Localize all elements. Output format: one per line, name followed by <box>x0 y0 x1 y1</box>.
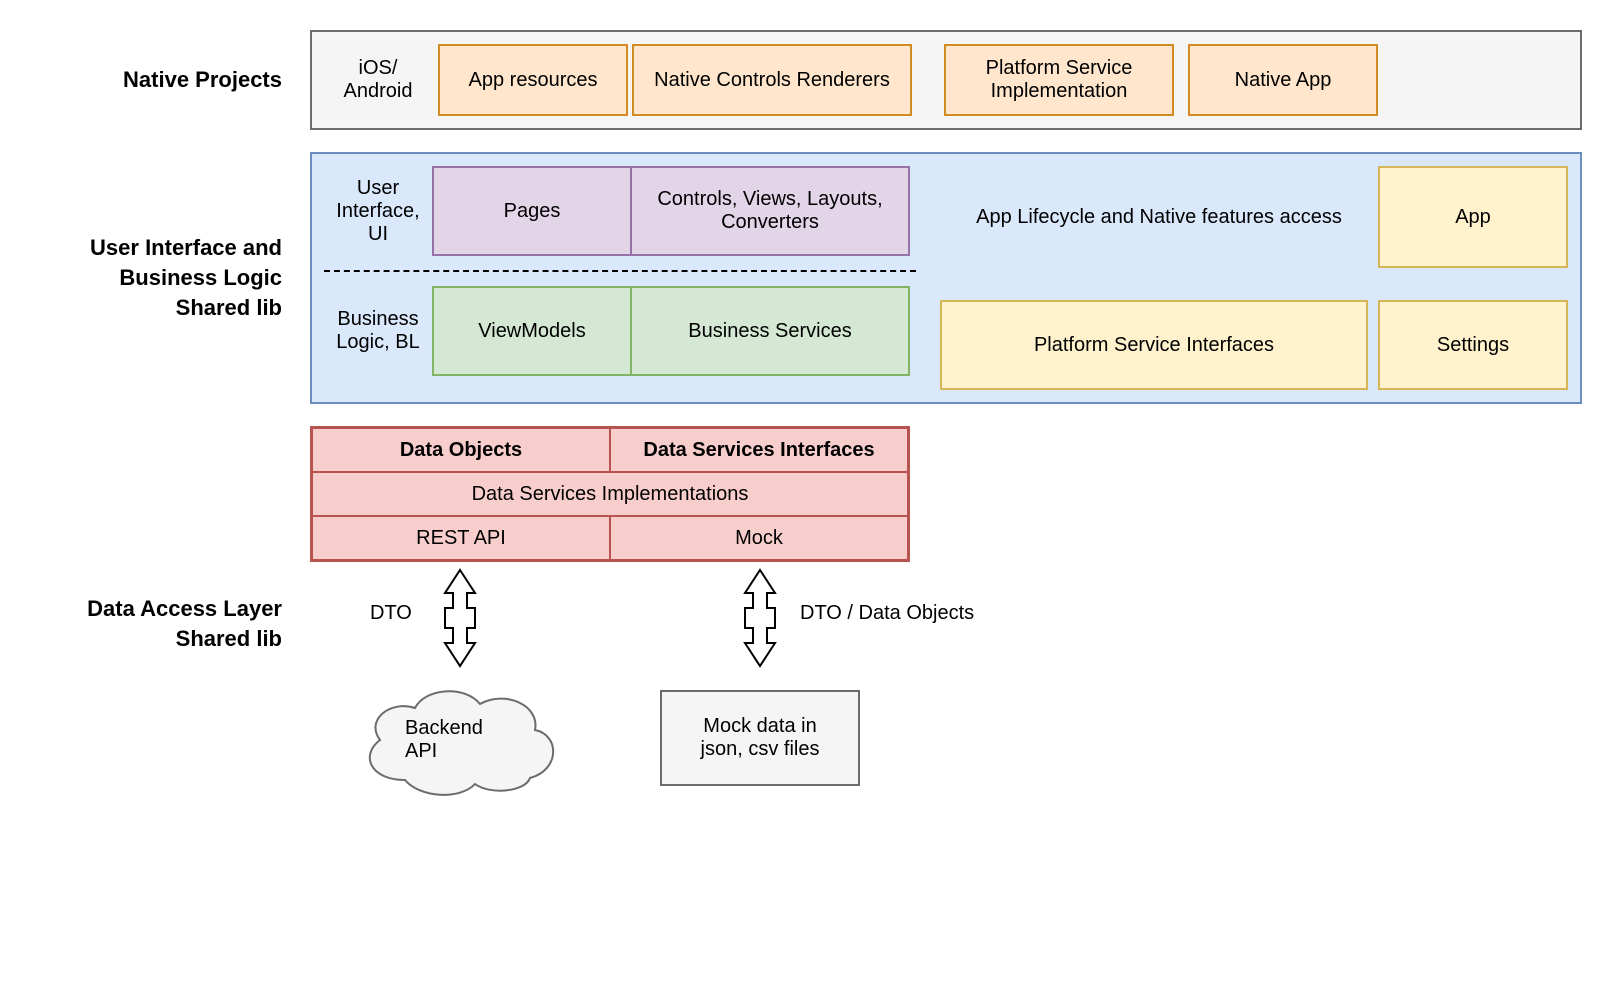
dal-label: Data Access Layer Shared lib <box>40 426 310 822</box>
platform-service-implementation-box: Platform Service Implementation <box>944 44 1174 116</box>
shared-lib-label: User Interface and Business Logic Shared… <box>40 152 310 404</box>
viewmodels-box: ViewModels <box>432 286 632 376</box>
mock-cell: Mock <box>610 516 908 560</box>
platform-service-interfaces-box: Platform Service Interfaces <box>940 300 1368 390</box>
app-resources-box: App resources <box>438 44 628 116</box>
mock-data-box: Mock data in json, csv files <box>660 690 860 786</box>
app-lifecycle-label: App Lifecycle and Native features access <box>940 166 1378 268</box>
business-services-box: Business Services <box>630 286 910 376</box>
shared-left-panel: User Interface, UI Pages Controls, Views… <box>310 152 930 404</box>
native-projects-container: iOS/ Android App resources Native Contro… <box>310 30 1582 130</box>
native-app-box: Native App <box>1188 44 1378 116</box>
dto-right-label: DTO / Data Objects <box>800 602 1020 625</box>
data-services-implementations-cell: Data Services Implementations <box>312 472 908 516</box>
ui-section-label: User Interface, UI <box>324 166 432 256</box>
double-arrow-left-icon <box>435 568 485 668</box>
native-controls-renderers-box: Native Controls Renderers <box>632 44 912 116</box>
backend-api-text: Backend API <box>405 717 515 763</box>
shared-lib-container: User Interface, UI Pages Controls, Views… <box>310 152 1582 404</box>
native-projects-label: Native Projects <box>40 30 310 130</box>
pages-box: Pages <box>432 166 632 256</box>
double-arrow-right-icon <box>735 568 785 668</box>
ios-android-label: iOS/ Android <box>324 44 432 116</box>
rest-api-cell: REST API <box>312 516 610 560</box>
data-services-interfaces-header: Data Services Interfaces <box>610 428 908 472</box>
dal-table: Data Objects Data Services Interfaces Da… <box>310 426 910 562</box>
controls-views-box: Controls, Views, Layouts, Converters <box>630 166 910 256</box>
dto-left-label: DTO <box>370 602 412 625</box>
app-box: App <box>1378 166 1568 268</box>
backend-api-cloud: Backend API <box>350 680 570 800</box>
settings-box: Settings <box>1378 300 1568 390</box>
bottom-area: DTO DTO / Data Objects Backend API Mock … <box>310 562 910 822</box>
bl-section-label: Business Logic, BL <box>324 286 432 376</box>
shared-right-panel: App Lifecycle and Native features access… <box>928 152 1582 404</box>
dashed-divider <box>324 270 916 272</box>
data-objects-header: Data Objects <box>312 428 610 472</box>
